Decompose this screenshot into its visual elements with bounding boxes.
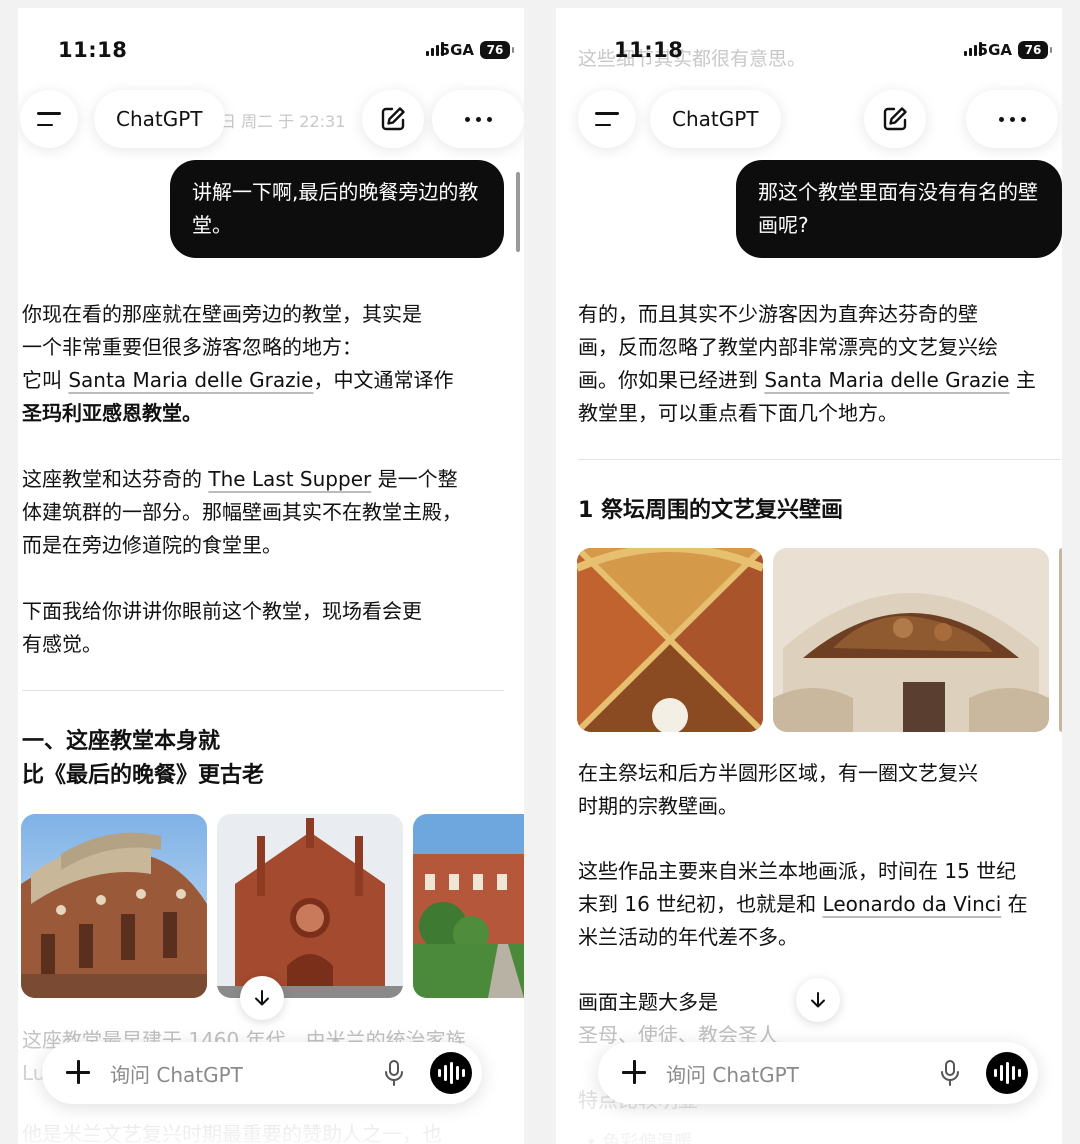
heading-line: 一、这座教堂本身就	[22, 729, 221, 754]
text-line: 时期的宗教壁画。	[578, 794, 738, 818]
text-line: 米兰活动的年代差不多。	[578, 925, 798, 949]
menu-icon	[37, 112, 61, 126]
assistant-paragraph: 下面我给你讲讲你眼前这个教堂，现场看会更 有感觉。	[22, 595, 422, 661]
assistant-paragraph: 这些作品主要来自米兰本地画派，时间在 15 世纪 末到 16 世纪初，也就是和 …	[578, 855, 1028, 954]
text-line: ，中文通常译作	[313, 368, 454, 392]
text-line: 画。你如果已经进到	[578, 368, 765, 392]
composer: 询问 ChatGPT	[42, 1042, 482, 1104]
status-time: 11:18	[58, 38, 128, 62]
microphone-icon[interactable]	[940, 1060, 960, 1086]
scroll-to-bottom-button[interactable]	[796, 978, 840, 1022]
more-icon	[464, 116, 492, 122]
menu-button[interactable]	[20, 90, 78, 148]
app-title[interactable]: ChatGPT	[650, 90, 781, 148]
menu-button[interactable]	[578, 90, 636, 148]
text-line: 这些作品主要来自米兰本地画派，时间在 15 世纪	[578, 859, 1017, 883]
entity-link[interactable]: Santa Maria delle Grazie	[764, 368, 1009, 392]
battery-icon: 76	[1018, 41, 1052, 59]
entity-link[interactable]: The Last Supper	[208, 467, 371, 491]
text-line: 你现在看的那座就在壁画旁边的教堂，其实是	[22, 302, 422, 326]
user-message: 讲解一下啊,最后的晚餐旁边的教堂。	[170, 160, 504, 258]
plus-icon[interactable]	[620, 1058, 648, 1086]
voice-mode-icon[interactable]	[430, 1052, 472, 1094]
edit-icon	[883, 107, 907, 131]
screen-right: 这些细节其实都很有意思。 11:18 5GA 76 ChatGPT 那这个教堂里…	[556, 8, 1062, 1144]
status-bar: 11:18 5GA 76	[556, 8, 1062, 88]
divider	[22, 690, 504, 691]
image-lunette-painting[interactable]	[773, 548, 1049, 732]
text-line: 它叫	[22, 368, 69, 392]
assistant-paragraph: 你现在看的那座就在壁画旁边的教堂，其实是 一个非常重要但很多游客忽略的地方： 它…	[22, 298, 453, 430]
heading-line: 比《最后的晚餐》更古老	[22, 763, 265, 788]
entity-link[interactable]: Leonardo da Vinci	[823, 892, 1002, 916]
faded-text: • 色彩偏温暖	[586, 1132, 693, 1144]
text-line: 有的，而且其实不少游客因为直奔达芬奇的壁	[578, 302, 978, 326]
image-cloister[interactable]	[413, 814, 524, 998]
text-line: 教堂里，可以重点看下面几个地方。	[578, 401, 898, 425]
new-chat-button[interactable]	[864, 90, 926, 148]
text-line: 下面我给你讲讲你眼前这个教堂，现场看会更	[22, 599, 422, 623]
microphone-icon[interactable]	[384, 1060, 404, 1086]
assistant-paragraph: 有的，而且其实不少游客因为直奔达芬奇的壁 画，反而忽略了教堂内部非常漂亮的文艺复…	[578, 298, 1036, 430]
text-line: 这座教堂和达芬奇的	[22, 467, 209, 491]
assistant-paragraph: 在主祭坛和后方半圆形区域，有一圈文艺复兴 时期的宗教壁画。	[578, 757, 978, 823]
text-line: 体建筑群的一部分。那幅壁画其实不在教堂主殿，	[22, 500, 462, 524]
arrow-down-icon	[811, 992, 825, 1008]
image-church-exterior[interactable]	[21, 814, 207, 998]
text-line: 一个非常重要但很多游客忽略的地方：	[22, 335, 362, 359]
top-bar: ChatGPT	[18, 90, 524, 148]
text-line: 在主祭坛和后方半圆形区域，有一圈文艺复兴	[578, 761, 978, 785]
text-line: 主	[1009, 368, 1036, 392]
battery-icon: 76	[480, 41, 514, 59]
assistant-paragraph: 这座教堂和达芬奇的 The Last Supper 是一个整 体建筑群的一部分。…	[22, 463, 462, 562]
scroll-to-bottom-button[interactable]	[240, 976, 284, 1020]
arrow-down-icon	[255, 990, 269, 1006]
menu-icon	[595, 112, 619, 126]
edit-icon	[381, 107, 405, 131]
text-line: 在	[1001, 892, 1028, 916]
more-button[interactable]	[966, 90, 1058, 148]
screen-left: 11:18 5GA 76 日 周二 于 22:31 ChatGPT 讲解一下啊,…	[18, 8, 524, 1144]
new-chat-button[interactable]	[362, 90, 424, 148]
plus-icon[interactable]	[64, 1058, 92, 1086]
composer-input[interactable]: 询问 ChatGPT	[110, 1059, 243, 1088]
app-title[interactable]: ChatGPT	[94, 90, 225, 148]
network-label: 5GA	[977, 41, 1012, 59]
text-line: 是一个整	[371, 467, 458, 491]
user-message: 那这个教堂里面有没有有名的壁画呢?	[736, 160, 1062, 258]
text-line: 有感觉。	[22, 632, 102, 656]
text-line: 画，反而忽略了教堂内部非常漂亮的文艺复兴绘	[578, 335, 998, 359]
voice-mode-icon[interactable]	[986, 1052, 1028, 1094]
more-button[interactable]	[432, 90, 524, 148]
section-heading: 1 祭坛周围的文艺复兴壁画	[578, 498, 843, 523]
entity-link[interactable]: Santa Maria delle Grazie	[68, 368, 313, 392]
more-icon	[998, 116, 1026, 122]
image-ceiling-fresco[interactable]	[577, 548, 763, 732]
top-bar: ChatGPT	[556, 90, 1062, 148]
text-line: 而是在旁边修道院的食堂里。	[22, 533, 282, 557]
text-line: 。	[182, 401, 202, 425]
image-church-facade[interactable]	[217, 814, 403, 998]
divider	[578, 459, 1060, 460]
bold-text: 圣玛利亚感恩教堂	[22, 401, 182, 425]
status-time: 11:18	[614, 38, 684, 62]
scrollbar[interactable]	[516, 172, 520, 252]
image-more[interactable]	[1059, 548, 1062, 732]
section-heading: 一、这座教堂本身就 比《最后的晚餐》更古老	[22, 725, 264, 793]
text-line: 末到 16 世纪初，也就是和	[578, 892, 823, 916]
composer: 询问 ChatGPT	[598, 1042, 1038, 1104]
faded-text: 他是米兰文艺复兴时期最重要的赞助人之一，也	[22, 1122, 442, 1144]
network-label: 5GA	[439, 41, 474, 59]
assistant-paragraph: 画面主题大多是	[578, 990, 718, 1014]
composer-input[interactable]: 询问 ChatGPT	[666, 1059, 799, 1088]
status-bar: 11:18 5GA 76	[18, 8, 524, 88]
